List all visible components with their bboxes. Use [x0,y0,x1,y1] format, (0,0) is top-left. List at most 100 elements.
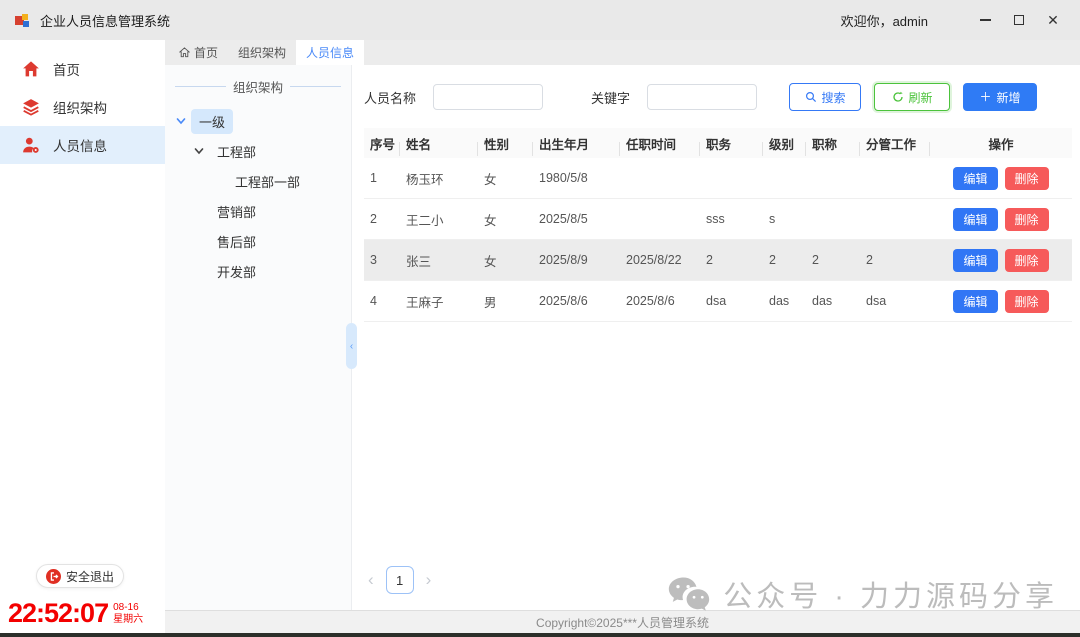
edit-button[interactable]: 编辑 [953,208,997,231]
tree-node-2[interactable]: 工程部一部 [165,166,351,196]
search-button[interactable]: 搜索 [789,83,861,111]
cell-gender: 女 [478,169,533,188]
col-header-title: 职称 [806,134,860,153]
cell-gender: 女 [478,251,533,270]
cell-birth: 2025/8/6 [533,294,620,308]
keyword-input[interactable] [647,84,757,110]
table-row-1[interactable]: 2王二小女2025/8/5ssss编辑删除 [364,199,1072,240]
sidebar-item-2[interactable]: 人员信息 [0,126,165,164]
sidebar-nav: 首页组织架构人员信息 [0,40,165,164]
search-toolbar: 人员名称 关键字 搜索 刷新 ＋ 新增 [364,83,1072,111]
prev-page-button[interactable]: ‹ [368,570,374,590]
tree-node-label: 开发部 [209,259,264,284]
col-header-duty: 分管工作 [860,134,930,153]
plus-icon: ＋ [980,91,992,103]
tree-node-label: 售后部 [209,229,264,254]
footer: Copyright©2025***人员管理系统 [165,610,1080,633]
cell-actions: 编辑删除 [930,208,1072,231]
delete-button[interactable]: 删除 [1005,249,1049,272]
refresh-button[interactable]: 刷新 [874,83,950,111]
tab-0[interactable]: 首页 [169,40,228,65]
tree-header: 组织架构 [165,73,351,106]
edit-button[interactable]: 编辑 [953,167,997,190]
search-icon [805,91,817,103]
logout-label: 安全退出 [66,568,114,585]
titlebar: 企业人员信息管理系统 欢迎你，admin ✕ [0,0,1080,40]
tabbar: 首页 组织架构人员信息 [165,40,1080,65]
tab-label: 首页 [194,44,218,61]
cell-position: 2 [700,253,763,267]
minimize-button[interactable] [968,6,1002,34]
cell-title: das [806,294,860,308]
close-icon: ✕ [1047,13,1059,27]
add-button-label: 新增 [997,89,1021,106]
home-icon [22,60,40,78]
close-button[interactable]: ✕ [1036,6,1070,34]
logout-button[interactable]: 安全退出 [36,564,124,588]
tree-node-3[interactable]: 营销部 [165,196,351,226]
cell-actions: 编辑删除 [930,167,1072,190]
cell-seq: 3 [364,253,400,267]
cell-birth: 2025/8/5 [533,212,620,226]
name-input[interactable] [433,84,543,110]
sidebar-item-label: 首页 [53,59,80,79]
clock-weekday: 星期六 [113,614,143,626]
copyright-text: Copyright©2025***人员管理系统 [536,614,709,631]
maximize-button[interactable] [1002,6,1036,34]
edit-button[interactable]: 编辑 [953,290,997,313]
layers-icon [22,98,40,116]
delete-button[interactable]: 删除 [1005,167,1049,190]
keyword-field-label: 关键字 [591,88,630,107]
sidebar-bottom: 安全退出 22:52:07 08-16 星期六 [0,564,165,633]
content-body: 组织架构 一级工程部工程部一部营销部售后部开发部 ‹ 人员名称 关键字 搜索 [165,65,1080,610]
welcome-text: 欢迎你，admin [841,11,928,30]
tree-node-5[interactable]: 开发部 [165,256,351,286]
caret-down-icon[interactable] [193,145,205,157]
divider [290,86,341,87]
panel-collapse-handle[interactable]: ‹ [346,323,357,369]
next-page-button[interactable]: › [426,570,432,590]
delete-button[interactable]: 删除 [1005,290,1049,313]
add-button[interactable]: ＋ 新增 [963,83,1037,111]
search-button-label: 搜索 [822,89,846,106]
cell-level: 2 [763,253,806,267]
table-header-row: 序号姓名性别出生年月任职时间职务级别职称分管工作操作 [364,128,1072,158]
edit-button[interactable]: 编辑 [953,249,997,272]
app-title: 企业人员信息管理系统 [40,11,170,30]
cell-position: dsa [700,294,763,308]
table-row-3[interactable]: 4王麻子男2025/8/62025/8/6dsadasdasdsa编辑删除 [364,281,1072,322]
main-panel: 人员名称 关键字 搜索 刷新 ＋ 新增 [352,65,1080,610]
cell-tenure: 2025/8/22 [620,253,700,267]
tree-node-4[interactable]: 售后部 [165,226,351,256]
tab-label: 组织架构 [238,44,286,61]
table-row-0[interactable]: 1杨玉环女1980/5/8编辑删除 [364,158,1072,199]
app-window: 企业人员信息管理系统 欢迎你，admin ✕ 首页组织架构人员信息 安全退出 2… [0,0,1080,637]
page-number-button[interactable]: 1 [386,566,414,594]
clock: 22:52:07 08-16 星期六 [0,598,165,629]
clock-time: 22:52:07 [8,598,108,629]
sidebar-item-1[interactable]: 组织架构 [0,88,165,126]
col-header-actions: 操作 [930,134,1072,153]
caret-spacer [193,205,205,217]
col-header-position: 职务 [700,134,763,153]
clock-date: 08-16 [113,602,143,614]
col-header-tenure: 任职时间 [620,134,700,153]
logout-icon [46,569,61,584]
cell-level: das [763,294,806,308]
tab-1[interactable]: 组织架构 [228,40,296,65]
cell-seq: 4 [364,294,400,308]
sidebar-item-0[interactable]: 首页 [0,50,165,88]
caret-down-icon[interactable] [175,115,187,127]
tab-2[interactable]: 人员信息 [296,40,364,65]
tree-nodes: 一级工程部工程部一部营销部售后部开发部 [165,106,351,286]
cell-birth: 2025/8/9 [533,253,620,267]
sidebar-item-label: 人员信息 [53,135,107,155]
tree-header-title: 组织架构 [233,77,283,96]
cell-seq: 2 [364,212,400,226]
col-header-level: 级别 [763,134,806,153]
table-row-2[interactable]: 3张三女2025/8/92025/8/222222编辑删除 [364,240,1072,281]
tree-node-0[interactable]: 一级 [165,106,351,136]
tree-node-1[interactable]: 工程部 [165,136,351,166]
delete-button[interactable]: 删除 [1005,208,1049,231]
tree-node-label: 一级 [191,109,233,134]
